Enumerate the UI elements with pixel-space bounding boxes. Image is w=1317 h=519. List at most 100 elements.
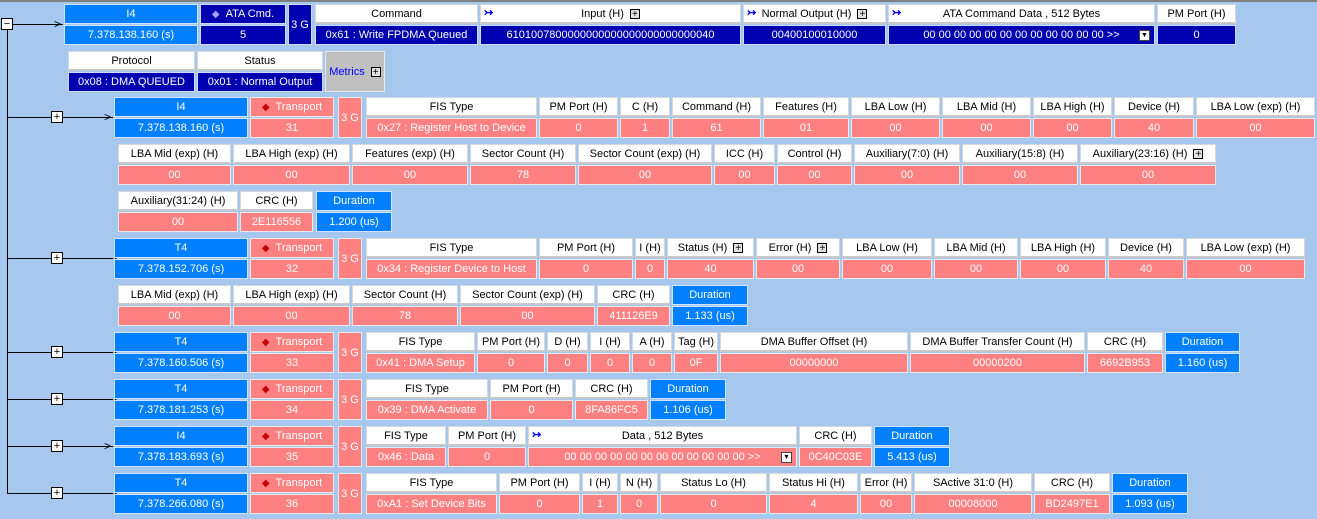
lba-low-h-value: 00 bbox=[851, 118, 940, 138]
crc-h-header: CRC (H) bbox=[1034, 473, 1110, 493]
timestamp: 7.378.138.160 (s) bbox=[64, 25, 198, 45]
error-h-header: Error (H) bbox=[860, 473, 912, 493]
transport-label: ◆ Transport bbox=[250, 473, 334, 493]
dropdown-arrow-icon[interactable]: ▼ bbox=[1139, 29, 1150, 41]
expand-plus-icon[interactable]: + bbox=[51, 393, 63, 405]
expand-plus-icon[interactable]: + bbox=[1193, 148, 1204, 159]
dma-buffer-transfer-count-h-label: DMA Buffer Transfer Count (H) bbox=[922, 335, 1073, 348]
pm-port-h-value-text: 0 bbox=[1193, 29, 1200, 41]
dma-buffer-offset-h-header: DMA Buffer Offset (H) bbox=[720, 332, 908, 352]
timestamp: 7.378.181.253 (s) bbox=[114, 400, 248, 420]
auxiliary-7-0-h-value-text: 00 bbox=[900, 169, 914, 181]
duration-header: Duration bbox=[1165, 332, 1240, 352]
protocol-header: Protocol bbox=[68, 51, 195, 71]
auxiliary-23-16-h-value-text: 00 bbox=[1141, 169, 1155, 181]
expand-plus-icon[interactable]: + bbox=[857, 8, 868, 19]
pm-port-h-value: 0 bbox=[539, 118, 618, 138]
crc-h-header: CRC (H) bbox=[575, 379, 648, 399]
crc-h-value: 0C40C03E bbox=[799, 447, 872, 467]
dma-buffer-offset-h-value-text: 00000000 bbox=[789, 357, 839, 369]
expand-plus-icon[interactable]: + bbox=[733, 242, 744, 253]
input-h-value-text: 6101007800000000000000000000000040 bbox=[506, 29, 715, 41]
fis-type-value-text: 0x27 : Register Host to Device bbox=[377, 122, 526, 134]
status-h-value-text: 40 bbox=[704, 263, 717, 275]
expand-plus-icon[interactable]: + bbox=[629, 8, 640, 19]
fis-type-value: 0x34 : Register Device to Host bbox=[366, 259, 537, 279]
pm-port-h-value: 0 bbox=[477, 353, 545, 373]
sector-count-exp-h-value: 00 bbox=[460, 306, 595, 326]
duration-header: Duration bbox=[672, 285, 748, 305]
transport-value: 33 bbox=[250, 353, 334, 373]
timestamp: 7.378.138.160 (s) bbox=[114, 118, 248, 138]
timestamp-label-text: T4 bbox=[174, 336, 188, 348]
expand-plus-icon[interactable]: + bbox=[51, 111, 63, 123]
sector-count-h-value: 78 bbox=[470, 165, 576, 185]
ata-cmd-icon: ◆ bbox=[211, 8, 220, 20]
duration-value: 1.160 (us) bbox=[1165, 353, 1240, 373]
crc-h-value: 411126E9 bbox=[597, 306, 670, 326]
tag-h-header: Tag (H) bbox=[674, 332, 718, 352]
a-h-header: A (H) bbox=[632, 332, 672, 352]
link-speed: 3 G bbox=[338, 473, 362, 514]
tag-h-value: 0F bbox=[674, 353, 718, 373]
arrow-right-icon: > bbox=[54, 17, 62, 31]
duration-value: 5.413 (us) bbox=[874, 447, 950, 467]
transport-value: 36 bbox=[250, 494, 334, 514]
n-h-value: 0 bbox=[620, 494, 658, 514]
device-h-value-text: 40 bbox=[1139, 263, 1153, 275]
crc-h-value: 8FA86FC5 bbox=[575, 400, 648, 420]
expand-plus-icon[interactable]: + bbox=[51, 440, 63, 452]
metrics-button[interactable]: Metrics + bbox=[325, 51, 385, 92]
auxiliary-7-0-h-header: Auxiliary(7:0) (H) bbox=[854, 144, 960, 164]
ata-command-data-512-bytes-value: 00 00 00 00 00 00 00 00 00 00 00 00 >> ▼ bbox=[888, 25, 1155, 45]
sector-count-h-label: Sector Count (H) bbox=[481, 147, 565, 160]
i-h-header: I (H) bbox=[635, 238, 665, 258]
status-hi-h-value: 4 bbox=[769, 494, 858, 514]
lba-low-h-label: LBA Low (H) bbox=[856, 241, 918, 254]
duration-value-text: 1.200 (us) bbox=[329, 216, 379, 228]
auxiliary-31-24-h-label: Auxiliary(31:24) (H) bbox=[130, 194, 226, 207]
crc-h-value-text: 2E116556 bbox=[251, 216, 302, 228]
pm-port-h-label: PM Port (H) bbox=[549, 100, 608, 113]
lba-mid-exp-h-header: LBA Mid (exp) (H) bbox=[118, 285, 231, 305]
expand-plus-icon[interactable]: + bbox=[51, 487, 63, 499]
expand-plus-icon[interactable]: + bbox=[817, 242, 828, 253]
expand-plus-icon[interactable]: + bbox=[370, 66, 381, 77]
icc-h-value-text: 00 bbox=[738, 169, 751, 181]
transport-icon: ◆ bbox=[261, 477, 270, 489]
lba-low-exp-h-value: 00 bbox=[1186, 259, 1305, 279]
normal-output-h-label: Normal Output (H) bbox=[761, 7, 852, 20]
lba-high-exp-h-value-text: 00 bbox=[285, 169, 298, 181]
d-h-label: D (H) bbox=[554, 335, 581, 348]
collapse-minus-icon[interactable]: − bbox=[1, 18, 13, 30]
transport-value: 32 bbox=[250, 259, 334, 279]
link-speed-text: 3 G bbox=[291, 18, 309, 31]
lba-high-exp-h-header: LBA High (exp) (H) bbox=[233, 285, 350, 305]
pm-port-h-label: PM Port (H) bbox=[1167, 7, 1226, 20]
pm-port-h-label: PM Port (H) bbox=[457, 429, 517, 442]
link-speed-text: 3 G bbox=[341, 346, 359, 359]
transport-icon: ◆ bbox=[261, 430, 270, 442]
lba-high-exp-h-value: 00 bbox=[233, 306, 350, 326]
lba-high-h-header: LBA High (H) bbox=[1020, 238, 1106, 258]
a-h-label: A (H) bbox=[639, 335, 665, 348]
dropdown-arrow-icon[interactable]: ▼ bbox=[781, 451, 792, 463]
error-h-value-text: 00 bbox=[879, 498, 893, 510]
fis-type-value: 0x27 : Register Host to Device bbox=[366, 118, 537, 138]
auxiliary-23-16-h-label: Auxiliary(23:16) (H) bbox=[1092, 147, 1188, 160]
input-h-label: Input (H) bbox=[581, 7, 624, 20]
expand-plus-icon[interactable]: + bbox=[51, 252, 63, 264]
ata-cmd-value: 5 bbox=[200, 25, 286, 45]
sactive-31-0-h-label: SActive 31:0 (H) bbox=[932, 476, 1014, 489]
command-value: 0x61 : Write FPDMA Queued bbox=[315, 25, 478, 45]
link-speed-text: 3 G bbox=[341, 393, 359, 406]
pm-port-h-value-text: 0 bbox=[575, 122, 582, 134]
pm-port-h-value-text: 0 bbox=[582, 263, 590, 275]
expand-plus-icon[interactable]: + bbox=[51, 346, 63, 358]
transport-value-text: 34 bbox=[285, 404, 299, 416]
transport-label: ◆ Transport bbox=[250, 426, 334, 446]
sector-count-exp-h-value: 00 bbox=[578, 165, 712, 185]
transport-label: ◆ Transport bbox=[250, 97, 334, 117]
i-h-value: 0 bbox=[635, 259, 665, 279]
duration-value-text: 1.093 (us) bbox=[1125, 498, 1175, 510]
